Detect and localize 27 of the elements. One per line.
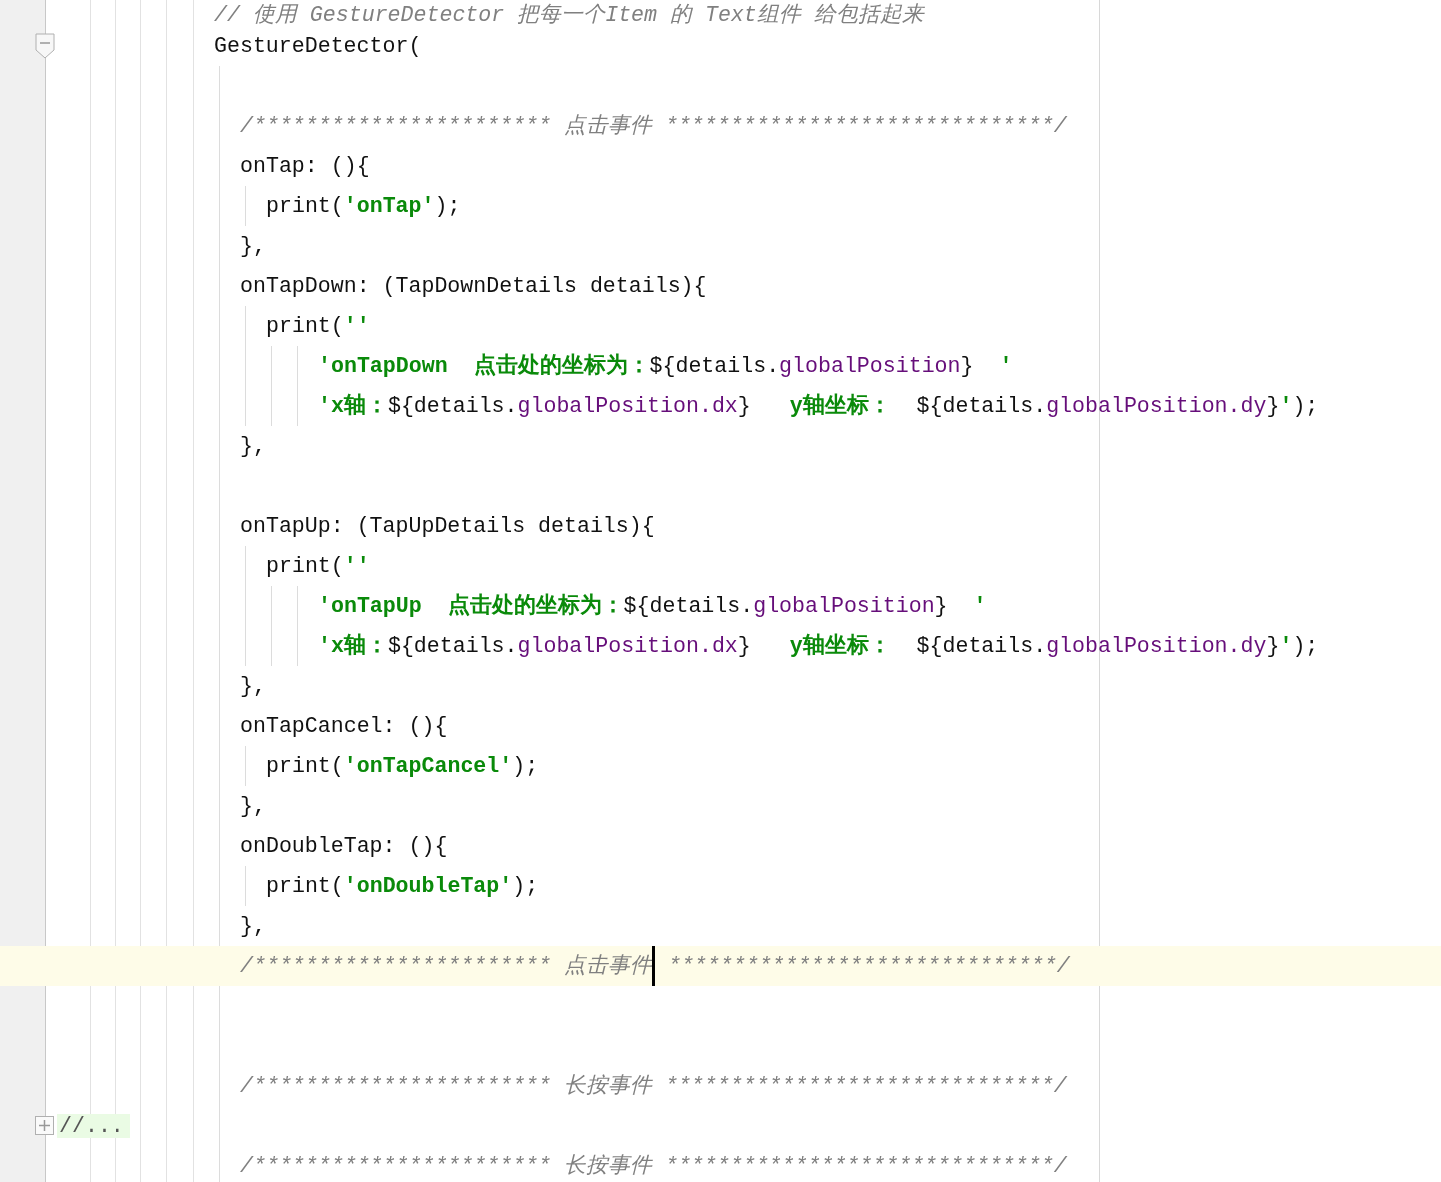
code-line: print('onTap'); (266, 193, 461, 220)
code-line: print('onDoubleTap'); (266, 873, 539, 900)
code-line: onTap: (){ (240, 153, 370, 180)
code-line: /*********************** 长按事件 ******************************/ (240, 1073, 1067, 1100)
code-line: }, (240, 673, 266, 700)
code-line: onTapUp: (TapUpDetails details){ (240, 513, 655, 540)
code-line: onTapCancel: (){ (240, 713, 448, 740)
code-line: 'x轴：${details.globalPosition.dx} y轴坐标： ${details.globalPosition.dy}'); (318, 392, 1319, 420)
code-line: }, (240, 793, 266, 820)
collapse-icon[interactable] (35, 33, 55, 59)
expand-icon[interactable] (35, 1116, 54, 1135)
code-line: print('' (266, 553, 370, 580)
code-line: onTapDown: (TapDownDetails details){ (240, 273, 707, 300)
code-line: }, (240, 433, 266, 460)
code-line: }, (240, 913, 266, 940)
code-line: 'x轴：${details.globalPosition.dx} y轴坐标： ${details.globalPosition.dy}'); (318, 632, 1319, 660)
code-line: /*********************** 点击事件 ******************************/ (240, 946, 1070, 986)
code-line: /*********************** 长按事件 ******************************/ (240, 1153, 1067, 1180)
code-line: print('onTapCancel'); (266, 753, 539, 780)
code-line: // 使用 GestureDetector 把每一个Item 的 Text组件 给包括起来 (214, 2, 924, 29)
code-line: GestureDetector( (214, 33, 422, 60)
code-line: onDoubleTap: (){ (240, 833, 448, 860)
code-line: }, (240, 233, 266, 260)
code-line: /*********************** 点击事件 ******************************/ (240, 113, 1067, 140)
code-line: 'onTapUp 点击处的坐标为：${details.globalPosition} ' (318, 592, 987, 620)
code-line: print('' (266, 313, 370, 340)
code-line: 'onTapDown 点击处的坐标为：${details.globalPosition} ' (318, 352, 1013, 380)
